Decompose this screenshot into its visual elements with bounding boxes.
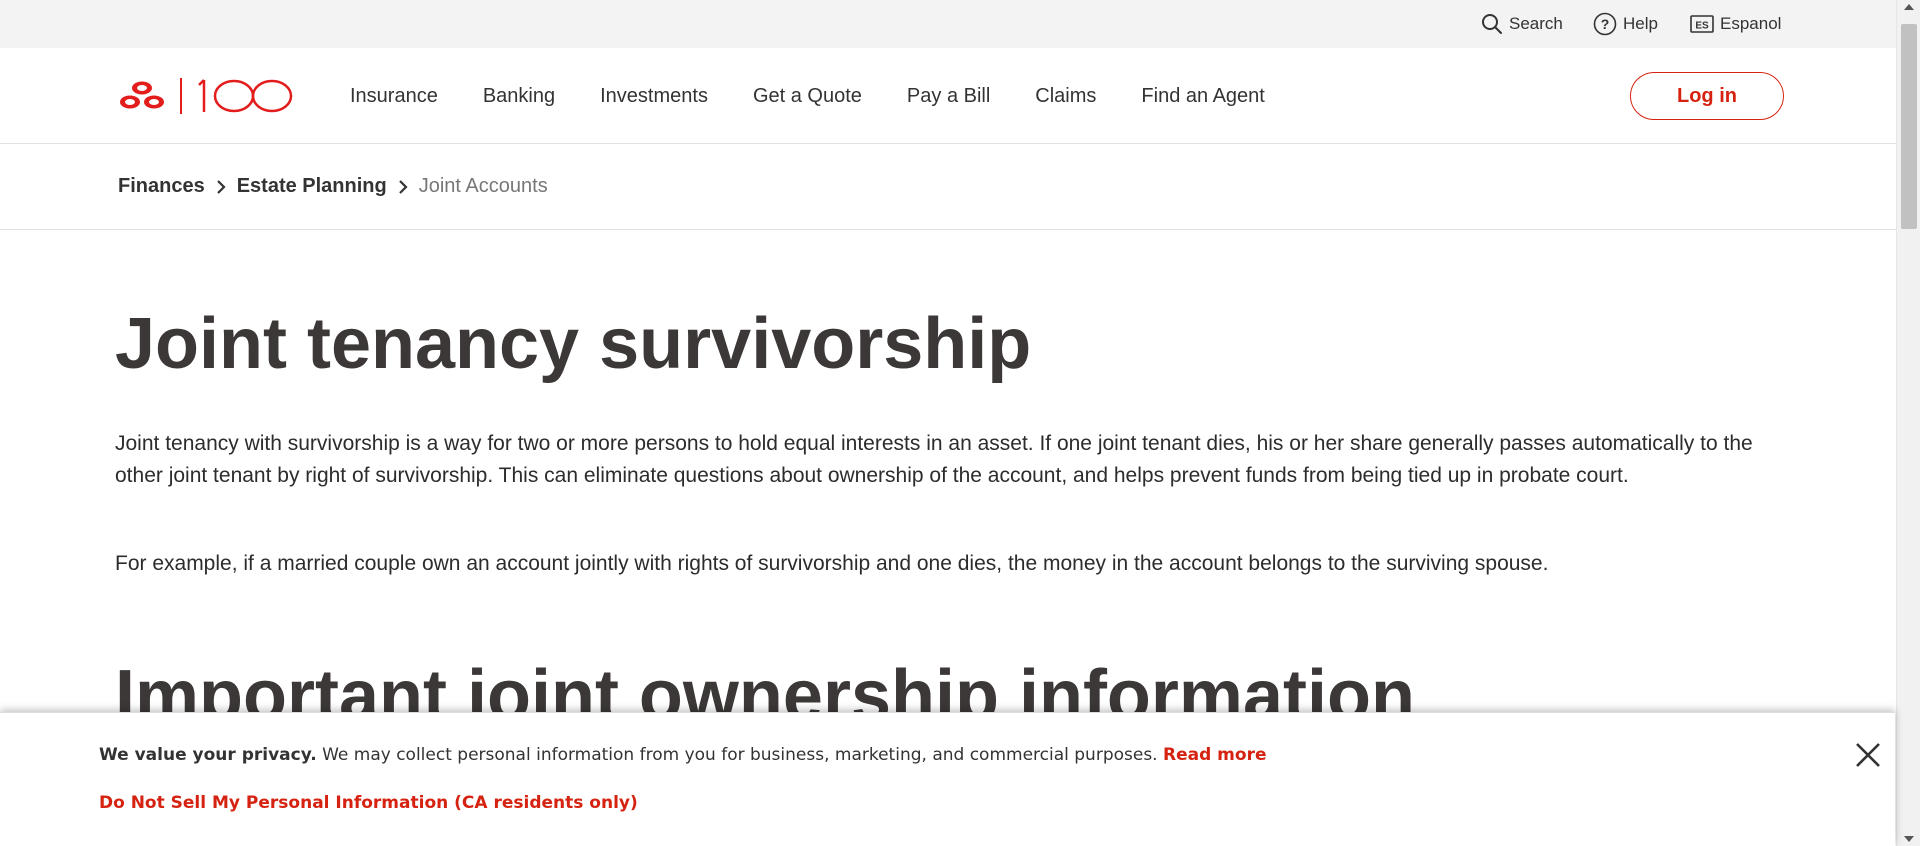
scrollbar[interactable] [1896, 0, 1920, 846]
language-icon: ES [1690, 15, 1714, 33]
logo-divider [180, 78, 182, 114]
utility-bar: Search ? Help ES Espanol [0, 0, 1896, 48]
intro-paragraph: Joint tenancy with survivorship is a way… [115, 432, 1753, 487]
help-label: Help [1623, 14, 1658, 33]
login-button[interactable]: Log in [1630, 72, 1784, 120]
scroll-thumb[interactable] [1901, 24, 1917, 229]
espanol-link[interactable]: ES Espanol [1690, 0, 1781, 48]
breadcrumb-item-current: Joint Accounts [418, 175, 548, 197]
logo[interactable] [116, 76, 300, 116]
logo-100-mark [198, 79, 293, 113]
nav-item-get-a-quote[interactable]: Get a Quote [753, 85, 862, 108]
read-more-link[interactable]: Read more [1163, 745, 1267, 765]
search-label: Search [1509, 14, 1563, 33]
close-banner-button[interactable] [1854, 741, 1882, 769]
nav-item-investments[interactable]: Investments [600, 85, 708, 108]
chevron-right-icon [215, 178, 227, 196]
logo-ovals-icon [120, 81, 164, 109]
main-nav: Insurance Banking Investments Get a Quot… [350, 48, 1310, 144]
example-paragraph: For example, if a married couple own an … [115, 552, 1549, 575]
breadcrumb-item-estate-planning[interactable]: Estate Planning [237, 175, 387, 198]
privacy-heading: We value your privacy. [99, 745, 317, 765]
close-icon [1856, 743, 1880, 767]
privacy-message: We value your privacy. We may collect pe… [99, 745, 1267, 765]
search-link[interactable]: Search [1481, 0, 1563, 48]
nav-item-claims[interactable]: Claims [1035, 85, 1096, 108]
privacy-body: We may collect personal information from… [316, 745, 1163, 765]
breadcrumb: Finances Estate Planning Joint Accounts [0, 144, 1896, 230]
page-title: Joint tenancy survivorship [115, 304, 1032, 384]
language-badge-text: ES [1695, 21, 1709, 32]
svg-text:?: ? [1601, 16, 1610, 32]
scroll-down-icon[interactable] [1904, 836, 1914, 842]
breadcrumb-item-finances[interactable]: Finances [118, 175, 205, 198]
privacy-banner: We value your privacy. We may collect pe… [0, 712, 1895, 846]
help-link[interactable]: ? Help [1593, 0, 1658, 48]
search-icon [1482, 14, 1502, 34]
nav-item-banking[interactable]: Banking [483, 85, 555, 108]
main-header: Insurance Banking Investments Get a Quot… [0, 48, 1896, 144]
do-not-sell-link[interactable]: Do Not Sell My Personal Information (CA … [99, 793, 638, 813]
nav-item-find-an-agent[interactable]: Find an Agent [1141, 85, 1264, 108]
nav-item-insurance[interactable]: Insurance [350, 85, 438, 108]
nav-item-pay-a-bill[interactable]: Pay a Bill [907, 85, 990, 108]
espanol-label: Espanol [1720, 14, 1782, 33]
scroll-up-icon[interactable] [1904, 4, 1914, 10]
help-icon: ? [1593, 12, 1617, 36]
chevron-right-icon [397, 178, 409, 196]
